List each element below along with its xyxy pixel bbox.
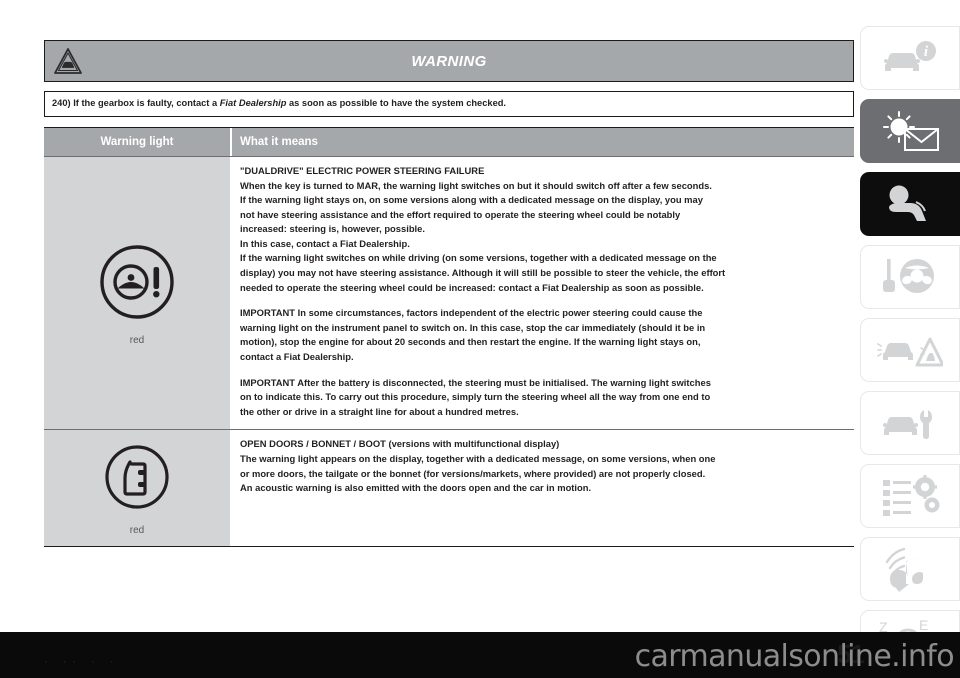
- body-line: display) you may not have steering assis…: [240, 267, 726, 279]
- table-header-row: Warning light What it means: [44, 128, 854, 156]
- car-spanner-icon: [878, 402, 942, 444]
- body-line: If the warning light switches on while d…: [240, 252, 717, 264]
- tab-technical-specs[interactable]: [860, 464, 960, 528]
- warning-banner: WARNING: [44, 40, 854, 82]
- body-line: contact a Fiat Dealership.: [240, 351, 354, 363]
- body-line: the other or drive in a straight line fo…: [240, 405, 519, 417]
- warning-light-cell: red: [44, 430, 232, 547]
- section-title: "DUALDRIVE" ELECTRIC POWER STEERING FAIL…: [240, 165, 485, 176]
- banner-title: WARNING: [411, 52, 487, 70]
- tab-maintenance[interactable]: [860, 391, 960, 455]
- list-gears-icon: [879, 474, 941, 518]
- child-seat-airbag-icon: [881, 182, 939, 226]
- body-line: on to indicate this. To carry out this p…: [240, 391, 711, 403]
- warning-light-cell: red: [44, 157, 232, 430]
- music-note-signal-icon: [881, 546, 939, 592]
- body-line: increased: steering is, however, possibl…: [240, 223, 425, 235]
- tab-warning-lights[interactable]: [860, 99, 960, 163]
- warning-note-box: 240) If the gearbox is faulty, contact a…: [44, 91, 854, 117]
- section-tab-strip: i Z E: [855, 26, 960, 674]
- column-header-what-it-means: What it means: [232, 128, 854, 156]
- page-footer: · ·· · · 51 carmanualsonline.info: [0, 632, 960, 678]
- warning-note-text: 240) If the gearbox is faulty, contact a…: [52, 97, 846, 110]
- key-steering-wheel-icon: [879, 256, 941, 298]
- watermark-text: carmanualsonline.info: [634, 639, 955, 674]
- warning-triangle-car-icon: [53, 46, 83, 77]
- table-row: red "DUALDRIVE" ELECTRIC POWER STEERING …: [44, 156, 854, 430]
- note-text-after: as soon as possible to have the system c…: [286, 98, 507, 108]
- tab-safety[interactable]: [860, 172, 960, 236]
- what-it-means-cell: "DUALDRIVE" ELECTRIC POWER STEERING FAIL…: [232, 157, 854, 430]
- note-text-before: If the gearbox is faulty, contact a: [70, 98, 220, 108]
- tab-car-info[interactable]: i: [860, 26, 960, 90]
- body-line: When the key is turned to MAR, the warni…: [240, 179, 712, 191]
- section-title: OPEN DOORS / BONNET / BOOT (versions wit…: [240, 438, 560, 450]
- what-it-means-cell: OPEN DOORS / BONNET / BOOT (versions wit…: [232, 430, 854, 547]
- body-line: needed to operate the steering wheel cou…: [240, 281, 704, 293]
- body-line: IMPORTANT In some circumstances, factors…: [240, 307, 703, 319]
- tab-multimedia[interactable]: [860, 537, 960, 601]
- manual-page: WARNING 240) If the gearbox is faulty, c…: [0, 0, 960, 678]
- body-line: IMPORTANT After the battery is disconnec…: [240, 376, 711, 388]
- body-line: An acoustic warning is also emitted with…: [240, 482, 592, 494]
- tab-emergency[interactable]: [860, 318, 960, 382]
- steering-wheel-exclamation-icon: [95, 240, 179, 329]
- body-line: The warning light appears on the display…: [240, 452, 716, 464]
- warning-lights-table: Warning light What it means red "DUALDRI…: [44, 127, 854, 548]
- column-header-warning-light: Warning light: [44, 128, 232, 156]
- warning-light-colour-label: red: [129, 335, 145, 347]
- note-emphasis: Fiat Dealership: [219, 98, 287, 108]
- body-line: warning light on the instrument panel to…: [240, 321, 706, 333]
- tab-starting-driving[interactable]: [860, 245, 960, 309]
- table-row: red OPEN DOORS / BONNET / BOOT (versions…: [44, 429, 854, 547]
- car-info-icon: i: [879, 38, 941, 78]
- body-line: or more doors, the tailgate or the bonne…: [240, 467, 706, 479]
- sun-envelope-icon: [877, 109, 943, 153]
- svg-text:E: E: [919, 618, 928, 633]
- page-content: WARNING 240) If the gearbox is faulty, c…: [44, 40, 854, 548]
- footer-decoration: · ·· · ·: [44, 656, 120, 668]
- car-breakdown-triangle-icon: [877, 329, 943, 371]
- body-line: In this case, contact a Fiat Dealership.: [240, 237, 410, 249]
- body-line: motion), stop the engine for about 20 se…: [240, 336, 701, 348]
- note-reference: 240): [52, 98, 71, 108]
- body-line: not have steering assistance and the eff…: [240, 208, 681, 220]
- warning-light-colour-label: red: [129, 525, 145, 537]
- body-line: If the warning light stays on, on some v…: [240, 194, 703, 206]
- open-door-icon: [100, 440, 174, 519]
